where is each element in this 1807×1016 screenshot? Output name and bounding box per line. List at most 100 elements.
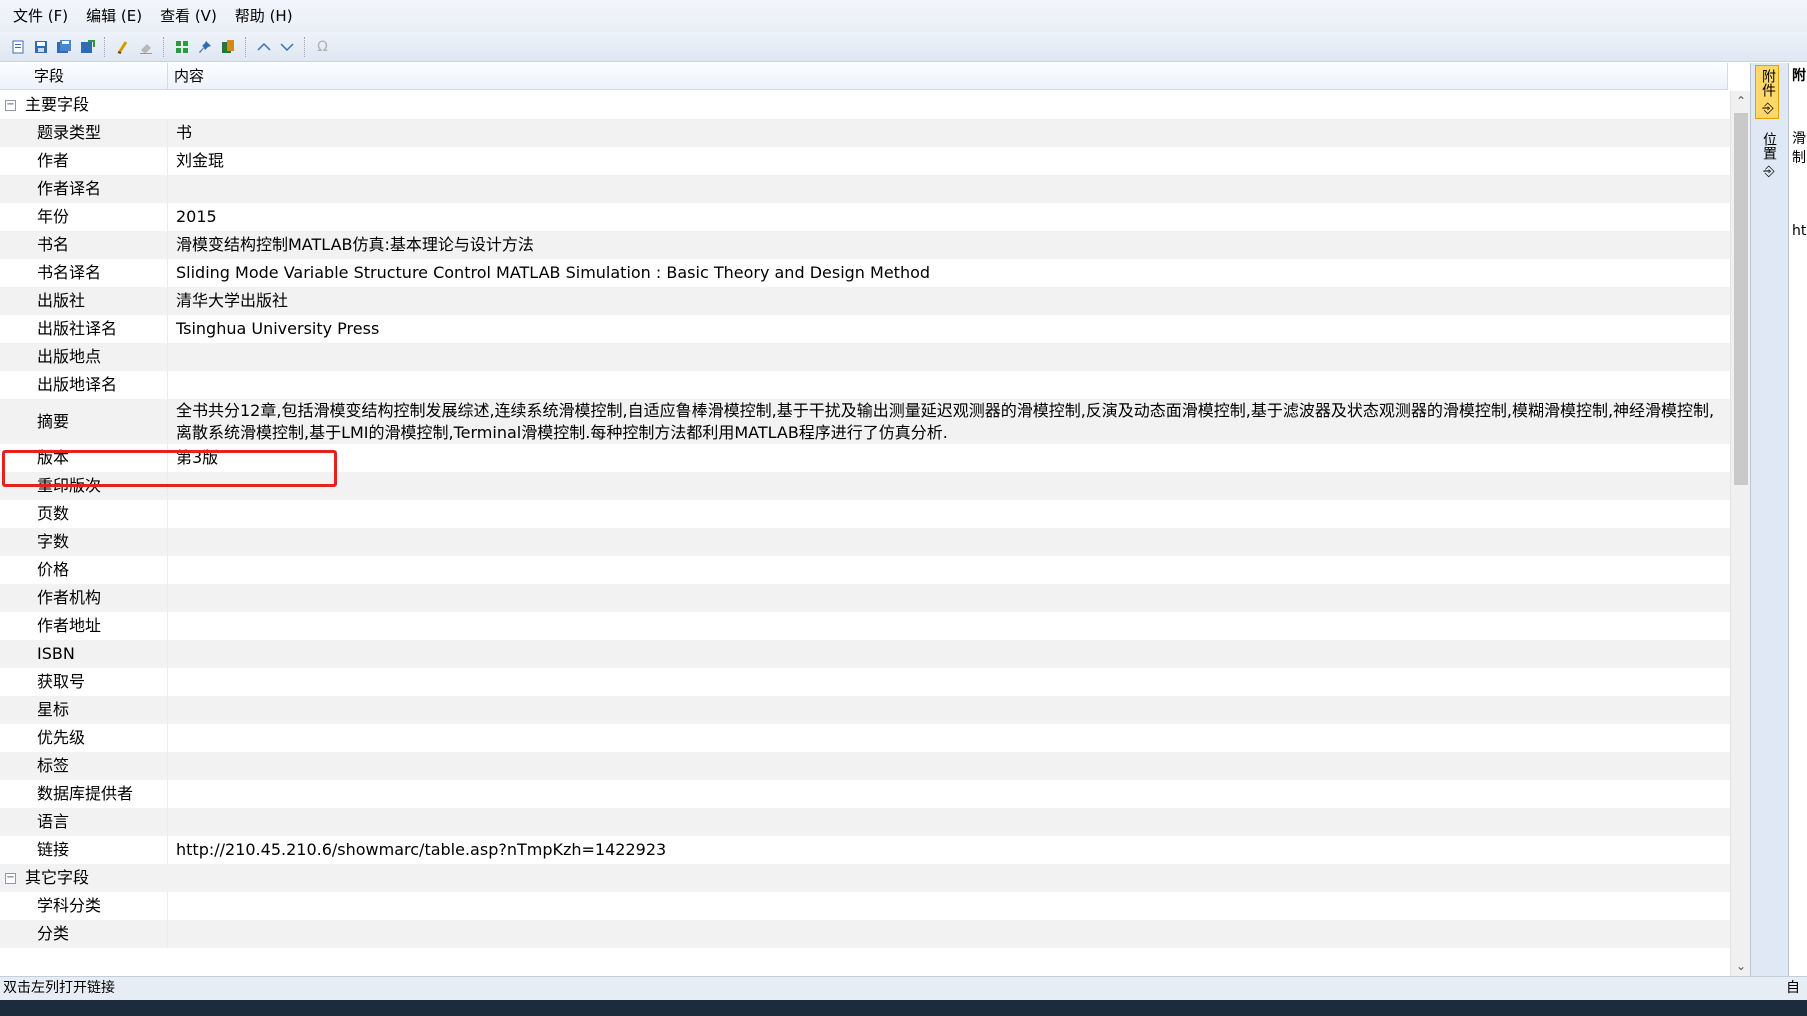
column-divider — [167, 119, 168, 147]
toolbar-separator — [304, 36, 305, 57]
field-row[interactable]: 出版地译名 — [0, 371, 1730, 399]
down-icon[interactable] — [277, 37, 296, 56]
field-name[interactable]: 链接 — [37, 836, 69, 864]
field-name[interactable]: 出版地译名 — [37, 371, 117, 399]
field-row[interactable]: 星标 — [0, 696, 1730, 724]
field-name[interactable]: 摘要 — [37, 408, 69, 436]
field-name[interactable]: 页数 — [37, 500, 69, 528]
field-name[interactable]: 作者译名 — [37, 175, 101, 203]
omega-icon[interactable]: Ω — [313, 37, 332, 56]
tab-attachments[interactable]: 附件 ⎆ — [1755, 65, 1779, 120]
field-row[interactable]: 年份 2015 — [0, 203, 1730, 231]
clear-icon[interactable] — [113, 37, 132, 56]
grid-icon[interactable] — [172, 37, 191, 56]
field-row[interactable]: 学科分类 — [0, 892, 1730, 920]
field-name[interactable]: 学科分类 — [37, 892, 101, 920]
scroll-up-icon[interactable]: ⌃ — [1731, 91, 1750, 111]
column-divider — [167, 640, 168, 668]
field-row[interactable]: 标签 — [0, 752, 1730, 780]
field-value[interactable]: 刘金琨 — [176, 147, 1726, 175]
field-name[interactable]: 优先级 — [37, 724, 85, 752]
field-name[interactable]: 书名译名 — [37, 259, 101, 287]
field-row[interactable]: 作者 刘金琨 — [0, 147, 1730, 175]
column-divider — [167, 203, 168, 231]
up-icon[interactable] — [254, 37, 273, 56]
field-row[interactable]: 获取号 — [0, 668, 1730, 696]
field-row[interactable]: 分类 — [0, 920, 1730, 948]
menu-edit[interactable]: 编辑 (E) — [77, 0, 151, 32]
field-value[interactable]: Tsinghua University Press — [176, 315, 1726, 343]
field-name[interactable]: 字数 — [37, 528, 69, 556]
field-value[interactable]: 2015 — [176, 203, 1726, 231]
export-icon[interactable] — [77, 37, 96, 56]
collapse-icon[interactable]: − — [5, 99, 16, 111]
field-row[interactable]: 数据库提供者 — [0, 780, 1730, 808]
field-name[interactable]: 获取号 — [37, 668, 85, 696]
field-name[interactable]: 题录类型 — [37, 119, 101, 147]
field-row[interactable]: 摘要 全书共分12章,包括滑模变结构控制发展综述,连续系统滑模控制,自适应鲁棒滑模… — [0, 399, 1730, 444]
field-row[interactable]: ISBN — [0, 640, 1730, 668]
tab-location[interactable]: 位置 ⎆ — [1755, 129, 1779, 181]
field-row[interactable]: 书名译名 Sliding Mode Variable Structure Cont… — [0, 259, 1730, 287]
field-row[interactable]: 链接 http://210.45.210.6/showmarc/table.asp… — [0, 836, 1730, 864]
field-name[interactable]: 作者机构 — [37, 584, 101, 612]
field-name[interactable]: 语言 — [37, 808, 69, 836]
collapse-icon[interactable]: − — [5, 872, 16, 884]
field-row[interactable]: 作者机构 — [0, 584, 1730, 612]
erase-icon[interactable] — [136, 37, 155, 56]
book-icon[interactable] — [218, 37, 237, 56]
field-name[interactable]: 作者地址 — [37, 612, 101, 640]
save-all-icon[interactable] — [54, 37, 73, 56]
menu-help[interactable]: 帮助 (H) — [226, 0, 302, 32]
field-row[interactable]: 作者译名 — [0, 175, 1730, 203]
field-name[interactable]: 年份 — [37, 203, 69, 231]
vertical-scrollbar[interactable]: ⌃ ⌄ — [1730, 91, 1750, 976]
header-content[interactable]: 内容 — [168, 63, 1728, 90]
group-row[interactable]: − 主要字段 — [0, 91, 1730, 119]
scroll-thumb[interactable] — [1734, 113, 1748, 485]
field-name[interactable]: 星标 — [37, 696, 69, 724]
menu-file[interactable]: 文件 (F) — [4, 0, 77, 32]
field-name[interactable]: 标签 — [37, 752, 69, 780]
scroll-down-icon[interactable]: ⌄ — [1731, 956, 1750, 976]
field-row[interactable]: 出版社译名 Tsinghua University Press — [0, 315, 1730, 343]
column-divider — [167, 556, 168, 584]
field-row[interactable]: 优先级 — [0, 724, 1730, 752]
field-row[interactable]: 出版地点 — [0, 343, 1730, 371]
status-right: 自 — [1786, 980, 1800, 996]
side-pane-link[interactable]: ht — [1792, 223, 1806, 239]
field-value[interactable]: http://210.45.210.6/showmarc/table.asp?n… — [176, 836, 1726, 864]
field-row[interactable]: 书名 滑模变结构控制MATLAB仿真:基本理论与设计方法 — [0, 231, 1730, 259]
field-row[interactable]: 字数 — [0, 528, 1730, 556]
field-value[interactable]: 书 — [176, 119, 1726, 147]
field-row[interactable]: 题录类型 书 — [0, 119, 1730, 147]
new-icon[interactable] — [8, 37, 27, 56]
field-name[interactable]: 出版地点 — [37, 343, 101, 371]
field-name[interactable]: 分类 — [37, 920, 69, 948]
field-value[interactable]: Sliding Mode Variable Structure Control … — [176, 259, 1726, 287]
column-divider — [167, 231, 168, 259]
pin-icon[interactable] — [195, 37, 214, 56]
field-name[interactable]: ISBN — [37, 640, 75, 668]
field-name[interactable]: 书名 — [37, 231, 69, 259]
field-name[interactable]: 数据库提供者 — [37, 780, 133, 808]
field-value[interactable]: 清华大学出版社 — [176, 287, 1726, 315]
field-name[interactable]: 出版社译名 — [37, 315, 117, 343]
toolbar-separator — [245, 36, 246, 57]
group-row[interactable]: − 其它字段 — [0, 864, 1730, 892]
field-value[interactable]: 滑模变结构控制MATLAB仿真:基本理论与设计方法 — [176, 231, 1726, 259]
column-divider — [167, 528, 168, 556]
field-row[interactable]: 价格 — [0, 556, 1730, 584]
field-name[interactable]: 出版社 — [37, 287, 85, 315]
field-row[interactable]: 页数 — [0, 500, 1730, 528]
save-icon[interactable] — [31, 37, 50, 56]
field-value[interactable]: 第3版 — [176, 444, 1726, 472]
field-name[interactable]: 价格 — [37, 556, 69, 584]
field-row[interactable]: 出版社 清华大学出版社 — [0, 287, 1730, 315]
menu-view[interactable]: 查看 (V) — [151, 0, 226, 32]
field-row[interactable]: 作者地址 — [0, 612, 1730, 640]
header-field[interactable]: 字段 — [28, 63, 168, 90]
field-value[interactable]: 全书共分12章,包括滑模变结构控制发展综述,连续系统滑模控制,自适应鲁棒滑模控制… — [176, 400, 1726, 444]
field-row[interactable]: 语言 — [0, 808, 1730, 836]
field-name[interactable]: 作者 — [37, 147, 69, 175]
